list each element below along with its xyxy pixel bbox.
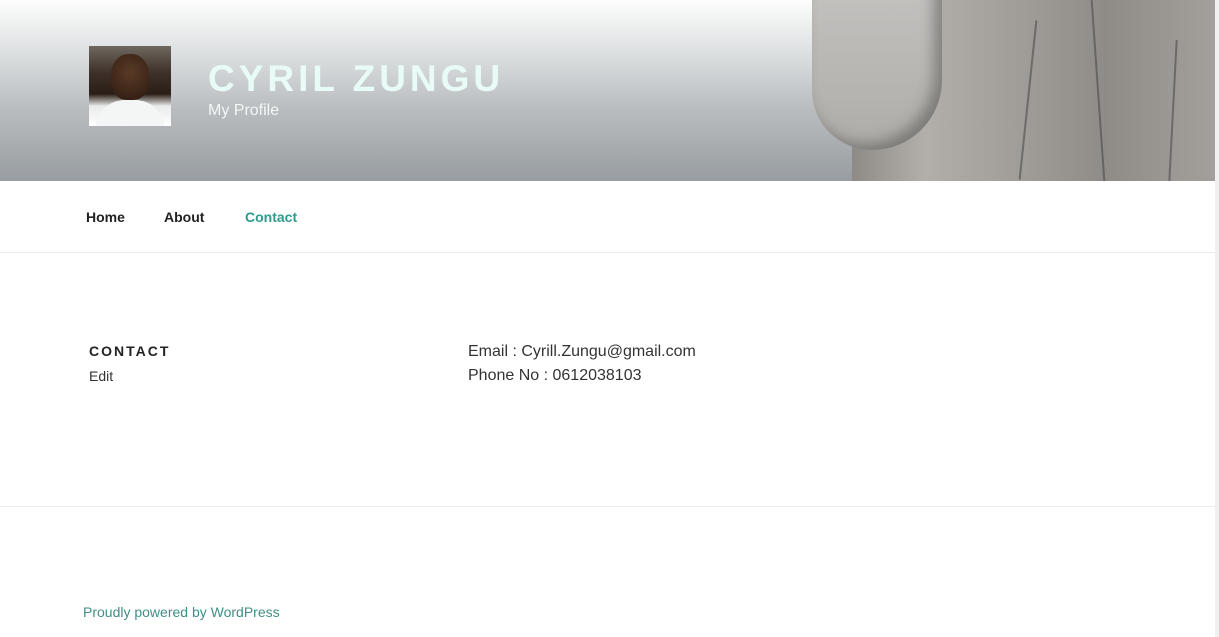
nav-item-about[interactable]: About [164,209,204,225]
main-navigation: Home About Contact [0,181,1219,253]
email-line: Email : Cyrill.Zungu@gmail.com [468,343,696,360]
footer-credit-link[interactable]: Proudly powered by WordPress [83,604,280,620]
edit-link[interactable]: Edit [89,368,113,384]
header-image [812,0,1215,181]
phone-line: Phone No : 0612038103 [468,367,642,384]
page-title: CONTACT [89,343,171,359]
scrollbar[interactable] [1215,0,1219,637]
site-description: My Profile [208,102,280,119]
avatar[interactable] [89,46,171,126]
page-content: CONTACT Edit Email : Cyrill.Zungu@gmail.… [0,253,1219,507]
nav-item-contact[interactable]: Contact [245,209,297,225]
site-title[interactable]: CYRIL ZUNGU [208,58,504,100]
site-header: CYRIL ZUNGU My Profile [0,0,1215,181]
nav-item-home[interactable]: Home [86,209,125,225]
